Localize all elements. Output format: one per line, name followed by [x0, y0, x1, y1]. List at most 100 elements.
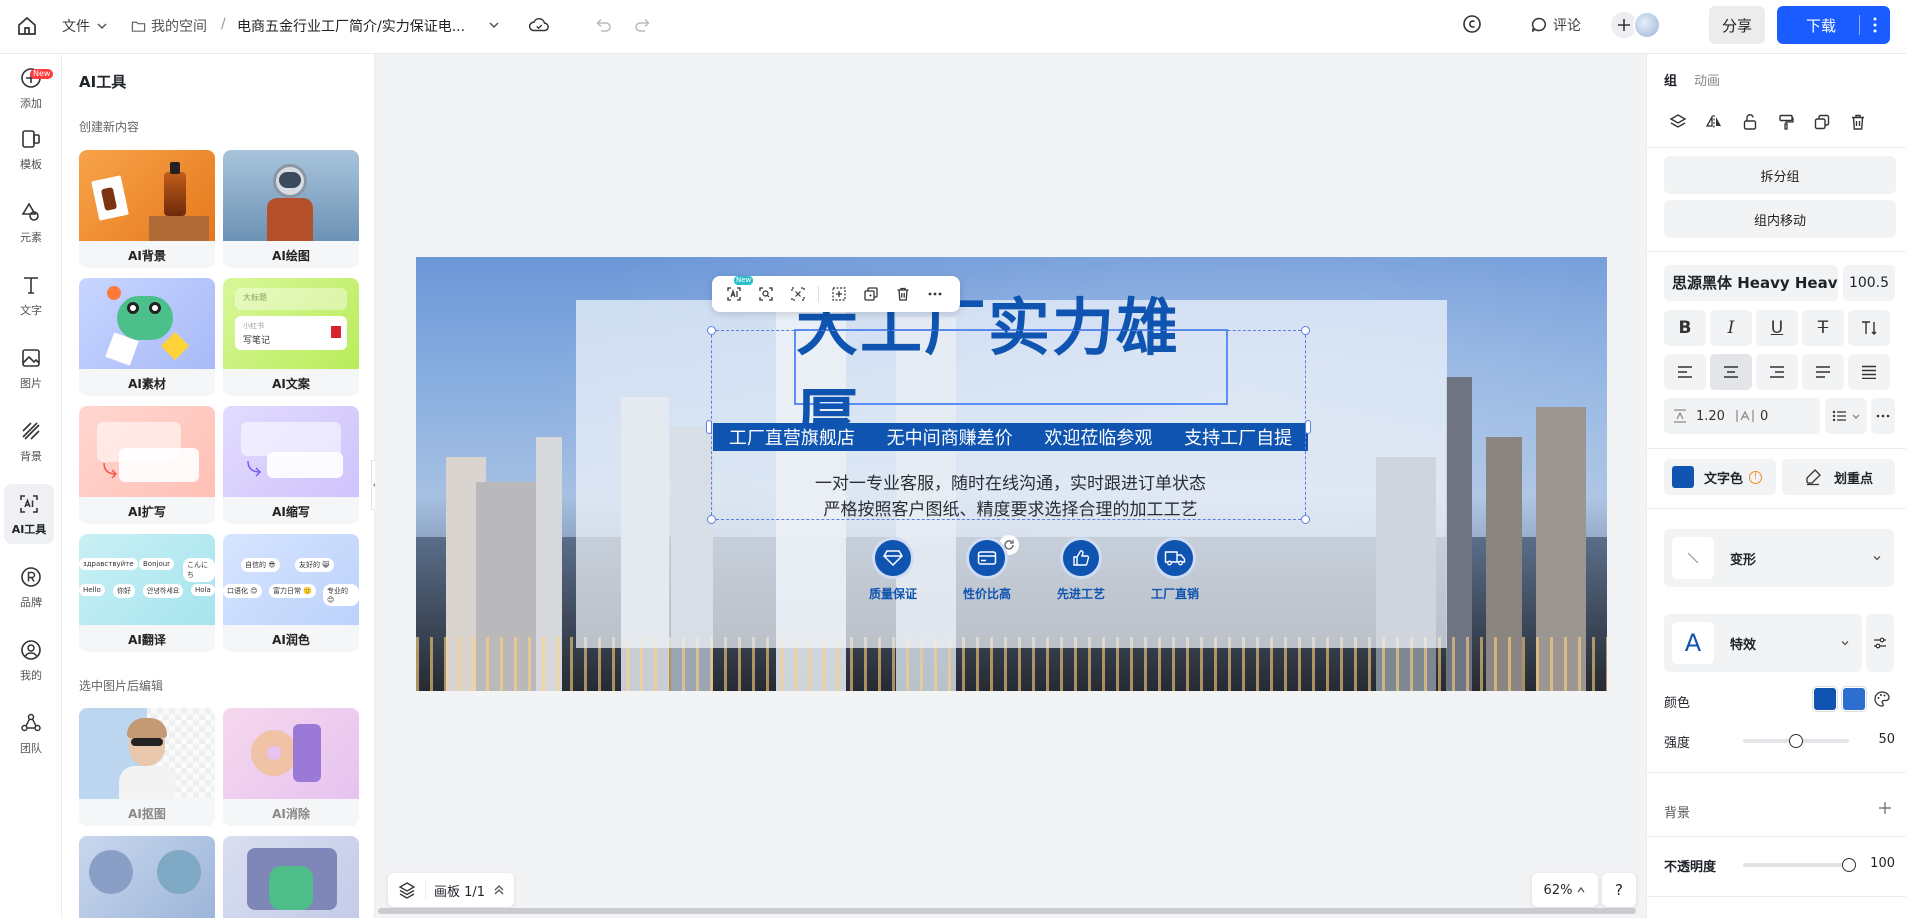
home-icon[interactable] [16, 15, 38, 37]
my-space-link[interactable]: 我的空间 [131, 16, 207, 36]
vertical-text-icon[interactable] [1848, 310, 1890, 346]
duplicate-icon[interactable] [857, 280, 885, 308]
opacity-value[interactable]: 100 [1863, 856, 1895, 871]
palette-icon[interactable] [1872, 689, 1892, 709]
ai-translate-card[interactable]: здравствуйте Bonjour こんにち Hello 你好 안녕하세요… [79, 534, 215, 652]
ai-erase-card[interactable]: AI消除 [223, 708, 359, 826]
highlight-button[interactable]: 划重点 [1782, 459, 1895, 495]
ai-copywriting-card[interactable]: 大标题 小红书 写笔记 AI文案 [223, 278, 359, 396]
nav-ai-tools[interactable]: AI工具 [4, 484, 54, 544]
nav-brand[interactable]: 品牌 [0, 557, 62, 617]
nav-text[interactable]: 文字 [0, 265, 62, 325]
color-swatch-secondary[interactable] [1842, 687, 1866, 711]
ai-enhance-card[interactable] [79, 836, 215, 918]
transform-select[interactable]: 变形 [1664, 529, 1894, 587]
info-icon[interactable]: ! [1749, 470, 1763, 484]
cloud-sync-icon[interactable] [528, 15, 550, 35]
line-height-value[interactable]: 1.20 [1696, 409, 1736, 424]
resize-handle[interactable] [1301, 515, 1310, 524]
ai-assets-card[interactable]: AI素材 [79, 278, 215, 396]
font-family-select[interactable]: 思源黑体 Heavy Heavy [1664, 265, 1838, 301]
title-chevron-down-icon[interactable] [488, 19, 500, 31]
feature-value[interactable]: 性价比高 [940, 537, 1034, 602]
move-in-group-button[interactable]: 组内移动 [1664, 200, 1896, 238]
crop-clear-icon[interactable] [784, 280, 812, 308]
resize-handle[interactable] [706, 420, 712, 434]
justify-all-icon[interactable] [1848, 354, 1890, 390]
ai-polish-card[interactable]: 自信的 😎 友好的 😸 口语化 😊 富力日常 🙂 专业的 😊 AI润色 [223, 534, 359, 652]
headline-text[interactable]: 大工厂实力雄厚 [794, 291, 1228, 454]
download-button[interactable]: 下载 [1777, 6, 1890, 44]
ai-text-icon[interactable]: New [720, 276, 754, 308]
document-title[interactable]: 电商五金行业工厂简介/实力保证电... [237, 16, 465, 36]
nav-team[interactable]: 团队 [0, 703, 62, 763]
nav-mine[interactable]: 我的 [0, 630, 62, 690]
resize-handle[interactable] [707, 326, 716, 335]
file-menu[interactable]: 文件 [62, 16, 108, 36]
feature-process[interactable]: 先进工艺 [1034, 537, 1128, 602]
justify-icon[interactable] [1802, 354, 1844, 390]
strikethrough-icon[interactable]: T [1802, 310, 1844, 346]
chevron-up-icon[interactable] [493, 884, 505, 896]
layers-icon[interactable] [388, 881, 426, 899]
nav-elements[interactable]: 元素 [0, 192, 62, 252]
artboard-control[interactable]: 画板 1/1 [388, 873, 514, 907]
resize-handle[interactable] [1301, 326, 1310, 335]
ungroup-icon[interactable] [825, 280, 853, 308]
resize-handle[interactable] [707, 515, 716, 524]
italic-icon[interactable]: I [1710, 310, 1752, 346]
comment-button[interactable]: 评论 [1530, 15, 1581, 35]
font-size-input[interactable]: 100.5 [1843, 265, 1895, 301]
ungroup-button[interactable]: 拆分组 [1664, 156, 1896, 194]
ai-expand-card[interactable]: AI扩写 [79, 406, 215, 524]
banner-artboard[interactable]: 大工厂实力雄厚 工厂直营旗舰店 无中间商赚差价 欢迎莅临参观 支持工厂自提 一对… [416, 257, 1607, 691]
nav-add[interactable]: 添加 New [0, 58, 62, 118]
ai-background-card[interactable]: AI背景 [79, 150, 215, 268]
ai-product-card[interactable] [223, 836, 359, 918]
help-button[interactable]: ? [1602, 873, 1636, 907]
align-right-icon[interactable] [1756, 354, 1798, 390]
strength-slider[interactable] [1743, 734, 1849, 748]
nav-images[interactable]: 图片 [0, 338, 62, 398]
nav-background[interactable]: 背景 [0, 411, 62, 471]
more-horizontal-icon[interactable] [921, 280, 949, 308]
horizontal-scrollbar[interactable] [378, 908, 1636, 914]
unlock-icon[interactable] [1736, 108, 1764, 136]
feature-quality[interactable]: 质量保证 [846, 537, 940, 602]
more-text-options-icon[interactable] [1871, 398, 1895, 434]
undo-icon[interactable] [594, 16, 612, 34]
delete-icon[interactable] [889, 280, 917, 308]
underline-icon[interactable]: U [1756, 310, 1798, 346]
effects-select[interactable]: A 特效 [1664, 614, 1862, 672]
avatar[interactable] [1633, 11, 1661, 39]
strength-value[interactable]: 50 [1869, 732, 1895, 747]
tab-group[interactable]: 组 [1664, 70, 1677, 89]
format-painter-icon[interactable] [1772, 108, 1800, 136]
add-background-icon[interactable] [1877, 800, 1895, 818]
opacity-slider[interactable] [1743, 858, 1856, 872]
share-button[interactable]: 分享 [1709, 6, 1765, 44]
layers-icon[interactable] [1664, 108, 1692, 136]
effects-settings-icon[interactable] [1866, 614, 1894, 672]
more-vertical-icon[interactable] [1860, 17, 1890, 33]
ai-condense-card[interactable]: AI缩写 [223, 406, 359, 524]
tab-animation[interactable]: 动画 [1694, 70, 1720, 89]
copy-icon[interactable] [1808, 108, 1836, 136]
ai-drawing-card[interactable]: AI绘图 [223, 150, 359, 268]
copyright-icon[interactable] [1462, 14, 1482, 34]
ai-cutout-card[interactable]: AI抠图 [79, 708, 215, 826]
body-line-2[interactable]: 严格按照客户图纸、精度要求选择合理的加工工艺 [713, 495, 1308, 520]
align-center-icon[interactable] [1710, 354, 1752, 390]
ai-scan-icon[interactable] [752, 280, 780, 308]
text-color-button[interactable]: 文字色 ! [1664, 459, 1776, 495]
align-left-icon[interactable] [1664, 354, 1706, 390]
trash-icon[interactable] [1844, 108, 1872, 136]
zoom-control[interactable]: 62% [1532, 873, 1598, 907]
list-style-select[interactable] [1825, 398, 1867, 434]
feature-direct[interactable]: 工厂直销 [1128, 537, 1222, 602]
letter-spacing-value[interactable]: 0 [1760, 409, 1768, 424]
nav-templates[interactable]: 模板 [0, 119, 62, 179]
color-swatch-primary[interactable] [1813, 687, 1837, 711]
resize-handle[interactable] [1305, 420, 1311, 434]
flip-icon[interactable] [1700, 108, 1728, 136]
